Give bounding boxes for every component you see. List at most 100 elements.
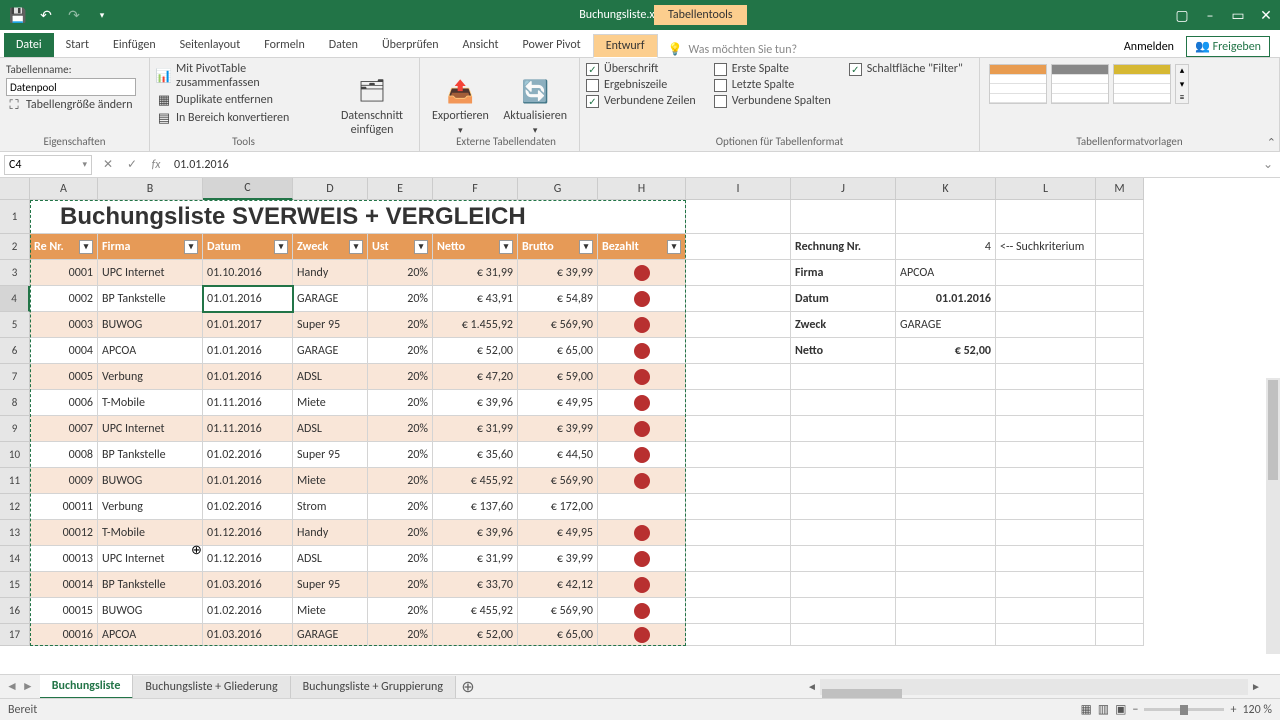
cell-brutto[interactable]: € 172,00 bbox=[518, 494, 598, 520]
cell-firma[interactable]: Verbung bbox=[98, 494, 203, 520]
tab-view[interactable]: Ansicht bbox=[451, 33, 511, 57]
cell[interactable] bbox=[896, 442, 996, 468]
row-header[interactable]: 10 bbox=[0, 442, 30, 468]
cell-brutto[interactable]: € 42,12 bbox=[518, 572, 598, 598]
cell-ust[interactable]: 20% bbox=[368, 572, 433, 598]
lookup-label[interactable]: Zweck bbox=[791, 312, 896, 338]
cell-bezahlt[interactable] bbox=[598, 546, 686, 572]
cell[interactable] bbox=[791, 598, 896, 624]
cell-ust[interactable]: 20% bbox=[368, 494, 433, 520]
cell-brutto[interactable]: € 49,95 bbox=[518, 520, 598, 546]
lookup-value[interactable]: 4 bbox=[896, 234, 996, 260]
cell[interactable] bbox=[1096, 468, 1144, 494]
cell-brutto[interactable]: € 59,00 bbox=[518, 364, 598, 390]
new-sheet-button[interactable]: ⊕ bbox=[456, 677, 480, 697]
cell-renr[interactable]: 0003 bbox=[30, 312, 98, 338]
cell-zweck[interactable]: ADSL bbox=[293, 546, 368, 572]
cell-firma[interactable]: BP Tankstelle bbox=[98, 286, 203, 312]
cell[interactable] bbox=[686, 390, 791, 416]
table-header[interactable]: Datum▾ bbox=[203, 234, 293, 260]
row-header[interactable]: 4 bbox=[0, 286, 30, 312]
lookup-hint[interactable]: <-- Suchkriterium bbox=[996, 234, 1096, 260]
cell[interactable] bbox=[1096, 200, 1144, 234]
sheet-nav-next-icon[interactable]: ► bbox=[22, 679, 34, 694]
cell-firma[interactable]: BUWOG bbox=[98, 312, 203, 338]
cell[interactable] bbox=[996, 390, 1096, 416]
row-header[interactable]: 14 bbox=[0, 546, 30, 572]
undo-icon[interactable]: ↶ bbox=[36, 5, 56, 25]
cell-zweck[interactable]: ADSL bbox=[293, 416, 368, 442]
signin-link[interactable]: Anmelden bbox=[1124, 40, 1174, 54]
column-header[interactable]: E bbox=[368, 178, 433, 200]
cell-datum[interactable]: 01.02.2016 bbox=[203, 442, 293, 468]
cell-zweck[interactable]: Super 95 bbox=[293, 312, 368, 338]
column-header[interactable]: B bbox=[98, 178, 203, 200]
cell-ust[interactable]: 20% bbox=[368, 338, 433, 364]
cell-renr[interactable]: 00014 bbox=[30, 572, 98, 598]
collapse-ribbon-icon[interactable]: ⌃ bbox=[1267, 136, 1276, 149]
cell[interactable] bbox=[1096, 312, 1144, 338]
cell-datum[interactable]: 01.12.2016 bbox=[203, 546, 293, 572]
table-header[interactable]: Firma▾ bbox=[98, 234, 203, 260]
filter-icon[interactable]: ▾ bbox=[79, 240, 93, 254]
tablename-input[interactable] bbox=[6, 78, 136, 96]
cell-zweck[interactable]: Handy bbox=[293, 520, 368, 546]
column-header[interactable]: H bbox=[598, 178, 686, 200]
cell-brutto[interactable]: € 39,99 bbox=[518, 546, 598, 572]
cell[interactable] bbox=[1096, 546, 1144, 572]
cell-datum[interactable]: 01.01.2016 bbox=[203, 364, 293, 390]
cell-bezahlt[interactable] bbox=[598, 442, 686, 468]
cell-brutto[interactable]: € 65,00 bbox=[518, 338, 598, 364]
cancel-formula-icon[interactable]: ✕ bbox=[96, 157, 120, 172]
cell-firma[interactable]: BP Tankstelle bbox=[98, 442, 203, 468]
cell[interactable] bbox=[1096, 390, 1144, 416]
zoom-in-icon[interactable]: + bbox=[1230, 703, 1236, 717]
cell-zweck[interactable]: Strom bbox=[293, 494, 368, 520]
column-header[interactable]: D bbox=[293, 178, 368, 200]
formula-input[interactable]: 01.01.2016 bbox=[168, 156, 1256, 174]
cell[interactable] bbox=[996, 598, 1096, 624]
cell[interactable] bbox=[686, 598, 791, 624]
cell-ust[interactable]: 20% bbox=[368, 364, 433, 390]
row-header[interactable]: 7 bbox=[0, 364, 30, 390]
cell[interactable] bbox=[896, 624, 996, 646]
cell-firma[interactable]: T-Mobile bbox=[98, 390, 203, 416]
lookup-label[interactable]: Firma bbox=[791, 260, 896, 286]
checkbox-totalrow[interactable] bbox=[586, 79, 599, 92]
cell-netto[interactable]: € 455,92 bbox=[433, 468, 518, 494]
resize-table-button[interactable]: ⛶Tabellengröße ändern bbox=[6, 96, 143, 114]
share-button[interactable]: 👥 Freigeben bbox=[1186, 36, 1270, 57]
cell-bezahlt[interactable] bbox=[598, 624, 686, 646]
cell[interactable] bbox=[686, 364, 791, 390]
cell[interactable] bbox=[1096, 338, 1144, 364]
table-header[interactable]: Netto▾ bbox=[433, 234, 518, 260]
cell[interactable] bbox=[686, 234, 791, 260]
table-header[interactable]: Zweck▾ bbox=[293, 234, 368, 260]
sheet-tab-2[interactable]: Buchungsliste + Gliederung bbox=[133, 676, 290, 698]
cell-bezahlt[interactable] bbox=[598, 416, 686, 442]
cell[interactable] bbox=[1096, 234, 1144, 260]
cell[interactable] bbox=[996, 442, 1096, 468]
cell-datum[interactable]: 01.01.2016 bbox=[203, 338, 293, 364]
column-header[interactable]: G bbox=[518, 178, 598, 200]
cell-bezahlt[interactable] bbox=[598, 598, 686, 624]
cell[interactable] bbox=[791, 624, 896, 646]
cell[interactable] bbox=[996, 200, 1096, 234]
ribbon-options-icon[interactable]: ▢ bbox=[1168, 0, 1196, 30]
table-header[interactable]: Re Nr.▾ bbox=[30, 234, 98, 260]
cell[interactable] bbox=[896, 572, 996, 598]
cell-ust[interactable]: 20% bbox=[368, 598, 433, 624]
filter-icon[interactable]: ▾ bbox=[349, 240, 363, 254]
remove-duplicates-button[interactable]: ▦Duplikate entfernen bbox=[156, 91, 331, 109]
cell[interactable] bbox=[686, 416, 791, 442]
cell[interactable] bbox=[1096, 494, 1144, 520]
cell-firma[interactable]: UPC Internet bbox=[98, 546, 203, 572]
cell[interactable] bbox=[896, 200, 996, 234]
row-header[interactable]: 11 bbox=[0, 468, 30, 494]
cell-renr[interactable]: 0002 bbox=[30, 286, 98, 312]
cell[interactable] bbox=[686, 572, 791, 598]
cell-netto[interactable]: € 31,99 bbox=[433, 260, 518, 286]
cell[interactable] bbox=[1096, 286, 1144, 312]
cell-renr[interactable]: 0001 bbox=[30, 260, 98, 286]
column-header[interactable]: J bbox=[791, 178, 896, 200]
